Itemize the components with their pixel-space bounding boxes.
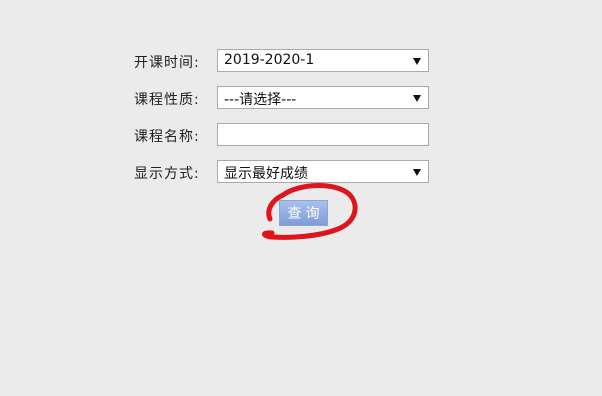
display-mode-label: 显示方式: (134, 166, 200, 182)
course-name-label: 课程名称: (134, 129, 200, 145)
course-name-field[interactable] (217, 123, 429, 146)
semester-row: 开课时间: 2019-2020-1 (0, 49, 602, 73)
display-mode-select[interactable]: 显示最好成绩 (217, 160, 429, 183)
semester-label: 开课时间: (134, 55, 200, 71)
display-mode-row: 显示方式: 显示最好成绩 (0, 160, 602, 184)
course-type-select-value: ---请选择--- (224, 92, 297, 108)
semester-select[interactable]: 2019-2020-1 (217, 49, 429, 72)
semester-select-value: 2019-2020-1 (224, 52, 315, 68)
chevron-down-icon (413, 58, 421, 65)
course-name-input[interactable] (218, 124, 428, 146)
chevron-down-icon (413, 95, 421, 102)
course-type-label: 课程性质: (134, 92, 200, 108)
chevron-down-icon (413, 169, 421, 176)
course-type-select[interactable]: ---请选择--- (217, 86, 429, 109)
course-name-row: 课程名称: (0, 123, 602, 147)
course-type-row: 课程性质: ---请选择--- (0, 86, 602, 110)
query-button[interactable]: 查询 (279, 200, 328, 226)
query-form-page: 开课时间: 2019-2020-1 课程性质: ---请选择--- 课程名称: … (0, 0, 602, 396)
display-mode-select-value: 显示最好成绩 (224, 166, 308, 182)
